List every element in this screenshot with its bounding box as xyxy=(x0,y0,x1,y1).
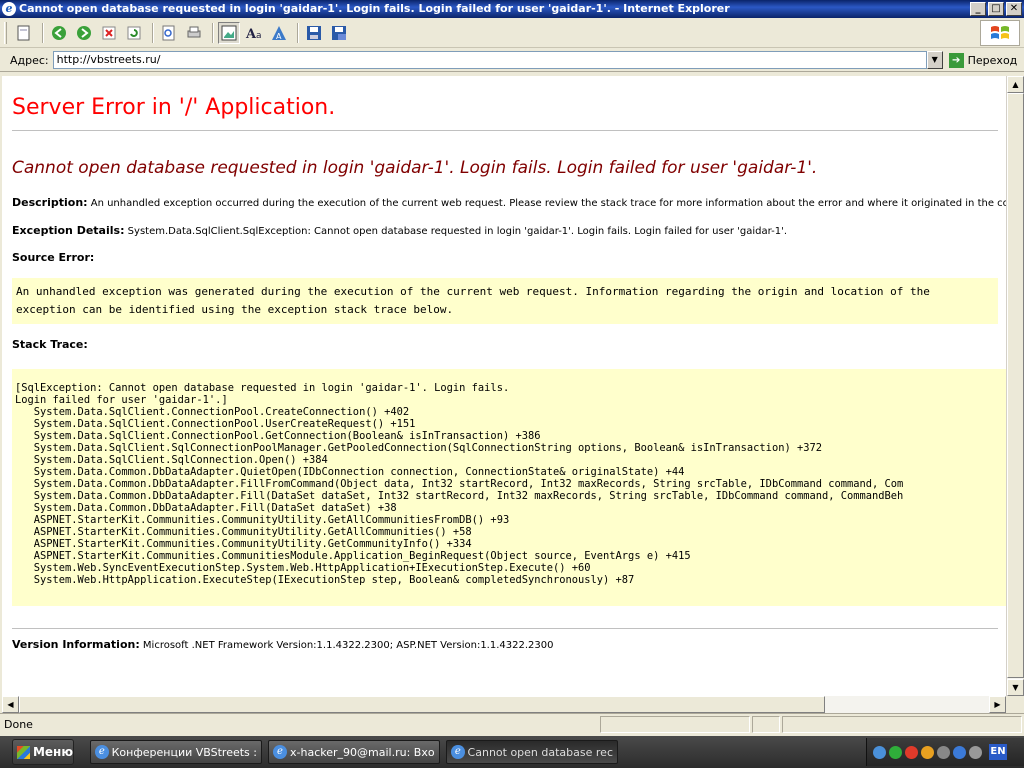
status-text: Done xyxy=(4,718,33,731)
taskbar-item-label: x-hacker_90@mail.ru: Вхо xyxy=(290,745,435,759)
version-row: Version Information: Microsoft .NET Fram… xyxy=(12,638,1000,651)
start-label: Меню xyxy=(32,745,73,759)
minimize-button[interactable]: _ xyxy=(970,2,986,16)
divider xyxy=(12,130,998,131)
toolbar-separator xyxy=(212,22,214,43)
window-controls: _ □ ✕ xyxy=(970,2,1022,16)
address-dropdown-button[interactable]: ▼ xyxy=(926,51,943,69)
go-label: Переход xyxy=(967,53,1018,67)
ie-tray-icon[interactable] xyxy=(953,745,966,759)
description-label: Description: xyxy=(12,196,88,209)
scroll-right-icon[interactable]: ▶ xyxy=(989,696,1006,713)
windows-logo-icon xyxy=(980,20,1020,46)
exception-text: System.Data.SqlClient.SqlException: Cann… xyxy=(127,226,788,237)
stack-trace-label: Stack Trace: xyxy=(12,338,88,351)
toolbar-separator xyxy=(42,22,44,43)
print-icon[interactable] xyxy=(183,22,205,44)
scroll-up-icon[interactable]: ▲ xyxy=(1007,76,1024,93)
page-title: Server Error in '/' Application. xyxy=(12,95,336,120)
internet-explorer-icon: e xyxy=(2,2,16,16)
error-page: Server Error in '/' Application. Cannot … xyxy=(12,76,1006,651)
svg-text:A: A xyxy=(276,32,282,41)
system-tray: EN xyxy=(866,738,1024,766)
description-text: An unhandled exception occurred during t… xyxy=(90,198,1006,209)
exception-label: Exception Details: xyxy=(12,224,125,237)
page-content: Server Error in '/' Application. Cannot … xyxy=(2,76,1006,696)
toolbar-separator xyxy=(152,22,154,43)
source-error-label: Source Error: xyxy=(12,251,95,264)
image-toggle-icon[interactable] xyxy=(218,21,240,44)
status-pane xyxy=(782,716,1022,733)
maximize-button[interactable]: □ xyxy=(988,2,1004,16)
toolbar-grip[interactable] xyxy=(4,21,7,44)
close-button[interactable]: ✕ xyxy=(1006,2,1022,16)
horizontal-scroll-thumb[interactable] xyxy=(19,696,825,713)
vertical-scroll-thumb[interactable] xyxy=(1007,93,1024,678)
language-indicator[interactable]: EN xyxy=(989,744,1007,760)
stop-icon[interactable] xyxy=(98,22,120,44)
title-bar: e Cannot open database requested in logi… xyxy=(0,0,1024,18)
version-text: Microsoft .NET Framework Version:1.1.432… xyxy=(142,640,554,651)
taskbar-item-label: Конференции VBStreets : xyxy=(111,745,257,759)
internet-explorer-icon: e xyxy=(451,745,465,759)
clock-icon[interactable] xyxy=(937,745,950,759)
new-page-icon[interactable] xyxy=(13,22,35,44)
stack-trace-box: [SqlException: Cannot open database requ… xyxy=(12,369,1006,606)
vertical-scrollbar[interactable]: ▲ ▼ xyxy=(1006,76,1024,696)
go-arrow-icon: ➔ xyxy=(948,52,964,68)
network-icon[interactable] xyxy=(873,745,886,759)
font-size-icon[interactable]: Aa xyxy=(243,22,265,44)
taskbar: Меню e Конференции VBStreets : e x-hacke… xyxy=(0,736,1024,768)
source-error-row: Source Error: xyxy=(12,251,1000,264)
encoding-icon[interactable]: A xyxy=(268,22,290,44)
update-icon[interactable] xyxy=(921,745,934,759)
error-message: Cannot open database requested in login … xyxy=(12,158,818,178)
svg-text:a: a xyxy=(256,31,262,41)
internet-explorer-icon: e xyxy=(95,745,109,759)
messenger-icon[interactable] xyxy=(889,745,902,759)
forward-icon[interactable] xyxy=(73,22,95,44)
taskbar-item[interactable]: e Конференции VBStreets : xyxy=(90,740,262,764)
search-icon[interactable] xyxy=(158,22,180,44)
address-label: Адрес: xyxy=(10,53,49,67)
taskbar-item-label: Cannot open database rec xyxy=(467,745,613,759)
status-bar: Done xyxy=(0,713,1024,735)
windows-flag-icon xyxy=(17,745,30,759)
toolbar-separator xyxy=(297,22,299,43)
toolbar: Aa A xyxy=(0,18,1024,48)
address-bar: Адрес: http://vbstreets.ru/ ▼ ➔ Переход xyxy=(0,49,1024,72)
start-button[interactable]: Меню xyxy=(12,739,74,765)
description-row: Description: An unhandled exception occu… xyxy=(12,196,1006,209)
taskbar-item-active[interactable]: e Cannot open database rec xyxy=(446,740,618,764)
horizontal-scrollbar[interactable]: ◀ ▶ xyxy=(2,696,1006,713)
back-icon[interactable] xyxy=(48,22,70,44)
source-error-box: An unhandled exception was generated dur… xyxy=(12,278,998,324)
internet-explorer-icon: e xyxy=(273,745,287,759)
volume-icon[interactable] xyxy=(969,745,982,759)
divider xyxy=(12,628,998,629)
taskbar-item[interactable]: e x-hacker_90@mail.ru: Вхо xyxy=(268,740,440,764)
status-pane xyxy=(600,716,750,733)
address-input[interactable]: http://vbstreets.ru/ xyxy=(52,51,927,69)
go-button[interactable]: ➔ Переход xyxy=(948,52,1018,68)
exception-row: Exception Details: System.Data.SqlClient… xyxy=(12,224,1000,237)
window-title: Cannot open database requested in login … xyxy=(19,2,730,15)
version-label: Version Information: xyxy=(12,638,140,651)
save-icon[interactable] xyxy=(303,22,325,44)
refresh-icon[interactable] xyxy=(123,22,145,44)
antivirus-icon[interactable] xyxy=(905,745,918,759)
status-pane xyxy=(752,716,780,733)
scroll-left-icon[interactable]: ◀ xyxy=(2,696,19,713)
scroll-down-icon[interactable]: ▼ xyxy=(1007,679,1024,696)
save-all-icon[interactable] xyxy=(328,22,350,44)
